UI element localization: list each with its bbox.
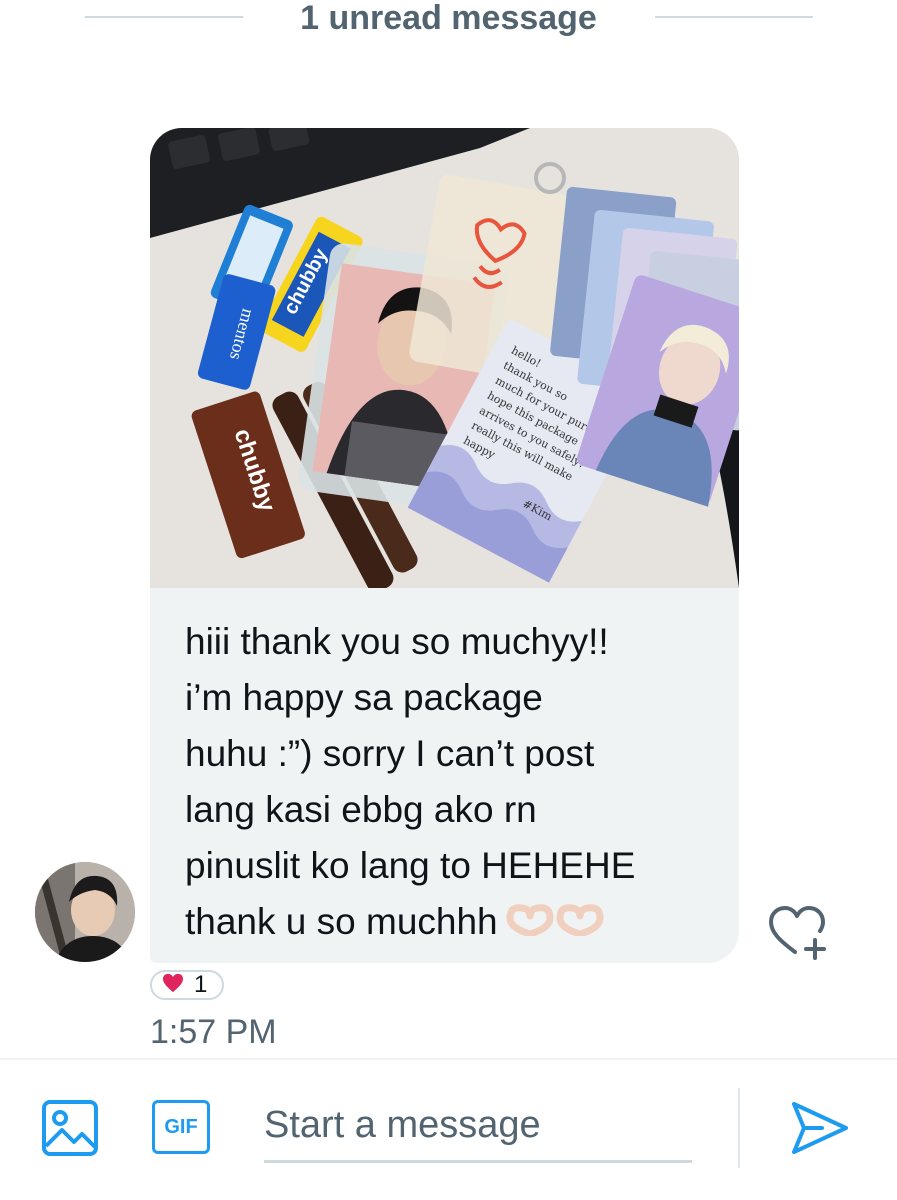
- photo-content: chubby mentos chubby hello! thank you so…: [150, 128, 739, 588]
- message-bubble[interactable]: chubby mentos chubby hello! thank you so…: [150, 128, 739, 963]
- message-composer: GIF: [0, 1060, 897, 1200]
- composer-vertical-divider: [738, 1088, 740, 1168]
- unread-divider: 1 unread message: [0, 0, 897, 40]
- message-line-6: thank u so muchhh: [185, 901, 498, 942]
- heart-icon: [162, 973, 184, 998]
- heart-hands-emoji: [504, 896, 606, 952]
- message-line-3: huhu :”) sorry I can’t post: [185, 733, 595, 774]
- avatar-image: [35, 862, 135, 962]
- message-photo[interactable]: chubby mentos chubby hello! thank you so…: [150, 128, 739, 588]
- media-image-icon[interactable]: [40, 1098, 100, 1158]
- reaction-badge[interactable]: 1: [150, 970, 224, 1000]
- message-line-5: pinuslit ko lang to HEHEHE: [185, 845, 636, 886]
- message-timestamp: 1:57 PM: [150, 1013, 277, 1051]
- message-input[interactable]: [264, 1090, 692, 1160]
- reaction-count: 1: [194, 971, 208, 998]
- message-line-1: hiii thank you so muchyy!!: [185, 621, 609, 662]
- sender-avatar[interactable]: [35, 862, 135, 962]
- message-text: hiii thank you so muchyy!! i’m happy sa …: [185, 614, 725, 952]
- gif-label: GIF: [164, 1115, 198, 1138]
- input-underline: [264, 1160, 692, 1163]
- send-icon[interactable]: [788, 1098, 852, 1158]
- dm-conversation: 1 unread message chubby mentos chubby he…: [0, 0, 897, 1200]
- message-line-4: lang kasi ebbg ako rn: [185, 789, 537, 830]
- unread-label: 1 unread message: [300, 0, 597, 37]
- divider-line-right: [655, 16, 813, 18]
- add-reaction-icon[interactable]: [765, 902, 829, 962]
- message-line-2: i’m happy sa package: [185, 677, 543, 718]
- gif-button[interactable]: GIF: [152, 1100, 210, 1154]
